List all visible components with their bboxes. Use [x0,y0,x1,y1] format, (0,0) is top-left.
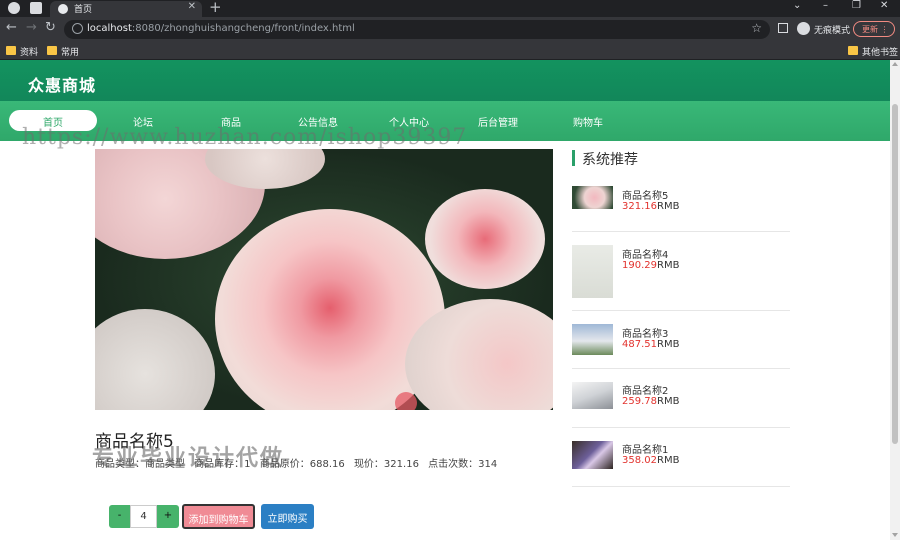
quantity-increase-button[interactable]: + [157,505,179,528]
scroll-down-icon[interactable] [892,533,898,537]
text-watermark: 专业毕业设计代做 [92,446,285,471]
bookmark-star-icon[interactable]: ☆ [751,21,762,35]
scrollbar-thumb[interactable] [892,104,898,444]
recommend-item[interactable]: 商品名称2 259.78RMB [572,369,790,428]
recommend-name[interactable]: 商品名称3 [622,325,668,340]
bookmark-label: 常用 [61,48,80,58]
recommend-price: 259.78RMB [622,396,680,407]
info-icon[interactable] [72,23,83,34]
scroll-up-icon[interactable] [892,62,898,66]
chevron-down-icon[interactable]: ⌄ [793,0,801,11]
chrome-menu-icon[interactable] [8,2,20,14]
recommend-thumbnail[interactable] [572,324,613,355]
recommend-thumbnail[interactable] [572,186,613,209]
browser-tab-home[interactable]: 首页 ✕ [50,1,202,17]
folder-icon [47,46,57,55]
recommend-item[interactable]: 商品名称4 190.29RMB [572,232,790,311]
recommend-name[interactable]: 商品名称1 [622,441,668,456]
new-tab-icon[interactable]: + [209,0,222,16]
bookmark-folder-other[interactable]: 其他书签 [848,45,898,58]
page-scrollbar[interactable] [890,60,900,540]
bookmarks-bar: 资料 常用 其他书签 [0,42,900,60]
close-window-icon[interactable]: ✕ [880,0,888,11]
address-bar[interactable]: localhost:8080/zhonghuishangcheng/front/… [64,20,770,39]
folder-icon [6,46,16,55]
bookmark-folder-1[interactable]: 资料 [6,45,38,58]
side-panel-icon[interactable] [778,23,788,33]
url-watermark: https://www.huzhan.com/ishop39397 [22,125,468,150]
recommend-thumbnail[interactable] [572,382,613,409]
quantity-decrease-button[interactable]: - [109,505,130,528]
globe-icon [58,4,68,14]
recommend-item[interactable]: 商品名称1 358.02RMB [572,428,790,487]
recommend-name[interactable]: 商品名称2 [622,382,668,397]
restore-icon[interactable]: ❐ [852,0,861,11]
incognito-avatar[interactable] [797,22,810,35]
url-text: localhost:8080/zhonghuishangcheng/front/… [87,23,355,34]
page-viewport: 众惠商城 首页 论坛 商品 公告信息 个人中心 后台管理 购物车 https:/… [0,60,890,540]
recommend-price: 190.29RMB [622,260,680,271]
tab-search-icon[interactable] [30,2,42,14]
forward-icon[interactable]: → [26,20,37,35]
update-button[interactable]: 更新 ⋮ [853,21,895,37]
cursor-highlight [395,392,417,410]
tab-title: 首页 [74,5,93,15]
site-header: 众惠商城 [0,60,890,101]
browser-tab-strip: 首页 ✕ + ⌄ – ❐ ✕ [0,0,900,17]
product-image [95,149,553,410]
recommend-item[interactable]: 商品名称5 321.16RMB [572,175,790,232]
folder-icon [848,46,858,55]
recommend-thumbnail[interactable] [572,245,613,298]
recommend-price: 321.16RMB [622,201,680,212]
minimize-icon[interactable]: – [823,0,828,11]
buy-now-button[interactable]: 立即购买 [261,504,314,529]
click-count: 点击次数：314 [428,459,498,470]
back-icon[interactable]: ← [6,20,17,35]
bookmark-folder-2[interactable]: 常用 [47,45,79,58]
update-label: 更新 [862,25,878,34]
current-price: 现价：321.16 [353,459,419,470]
reload-icon[interactable]: ↻ [45,20,56,35]
recommend-item[interactable]: 商品名称3 487.51RMB [572,311,790,369]
recommend-name[interactable]: 商品名称4 [622,246,668,261]
nav-item-admin[interactable]: 后台管理 [478,114,518,129]
bookmark-label: 资料 [20,48,39,58]
recommend-name[interactable]: 商品名称5 [622,187,668,202]
recommend-title: 系统推荐 [572,149,638,169]
add-to-cart-button[interactable]: 添加到购物车 [182,504,255,529]
recommend-price: 358.02RMB [622,455,680,466]
quantity-input[interactable]: 4 [130,505,157,528]
close-tab-icon[interactable]: ✕ [188,1,196,12]
recommend-thumbnail[interactable] [572,441,613,469]
recommend-price: 487.51RMB [622,339,680,350]
nav-item-cart[interactable]: 购物车 [573,114,603,129]
bookmark-label: 其他书签 [862,48,899,58]
browser-toolbar: ← → ↻ localhost:8080/zhonghuishangcheng/… [0,17,900,42]
profile-label[interactable]: 无痕模式 [814,23,850,36]
site-title[interactable]: 众惠商城 [28,72,96,96]
